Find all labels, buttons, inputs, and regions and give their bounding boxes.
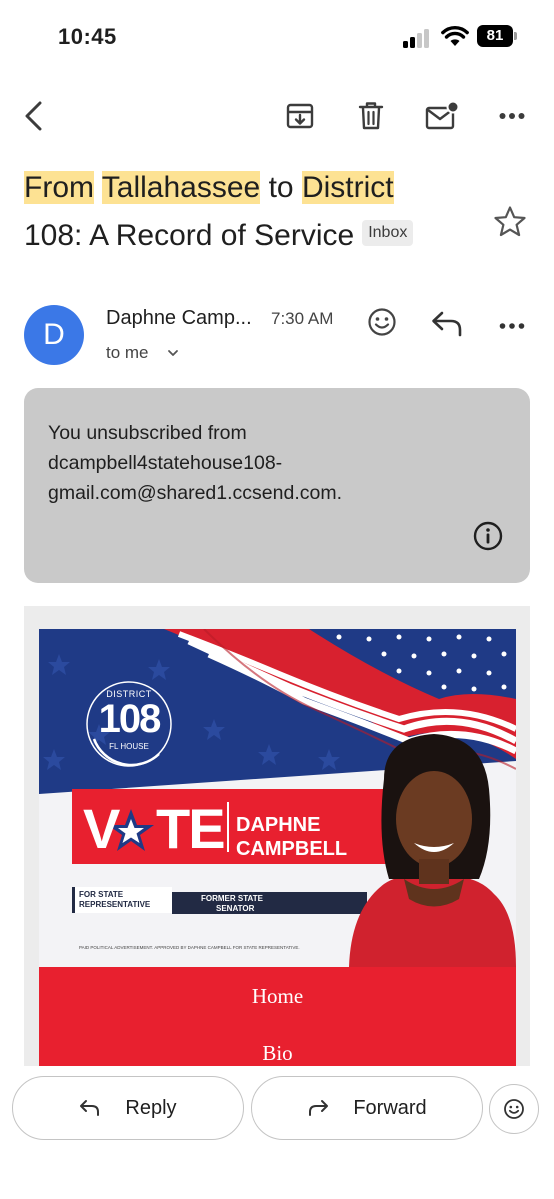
forward-label: Forward	[353, 1096, 427, 1119]
archive-button[interactable]	[280, 96, 320, 136]
inbox-label-chip[interactable]: Inbox	[362, 220, 414, 247]
email-subject: From Tallahassee to District 108: A Reco…	[24, 164, 424, 260]
candidate-first-name: DAPHNE	[236, 814, 321, 836]
disclaimer-text: PAID POLITICAL ADVERTISEMENT. APPROVED B…	[79, 945, 300, 950]
delete-button[interactable]	[351, 96, 391, 136]
office-left-line2: REPRESENTATIVE	[79, 900, 151, 909]
forward-icon	[309, 1100, 329, 1116]
emoji-icon	[504, 1099, 524, 1119]
more-horizontal-icon	[499, 113, 525, 119]
sender-row: D Daphne Camp... 7:30 AM to me	[0, 302, 554, 372]
subject-highlight: From	[24, 171, 94, 204]
more-options-button[interactable]	[492, 96, 532, 136]
subject-text: to	[260, 171, 302, 204]
office-right-line2: SENATOR	[216, 904, 255, 913]
unsubscribe-notice: You unsubscribed from dcampbell4statehou…	[24, 388, 530, 583]
banner-text-layer: DISTRICT 108 FL HOUSE V TE DAPHNE CAMPBE…	[39, 629, 516, 967]
battery-level: 81	[477, 25, 513, 47]
status-time: 10:45	[58, 24, 117, 49]
nav-link-home[interactable]: Home	[39, 984, 516, 1009]
trash-icon	[358, 102, 384, 130]
bottom-action-bar: Reply Forward	[0, 1066, 554, 1199]
status-bar: 10:45 81	[0, 0, 554, 76]
add-reaction-button[interactable]	[489, 1084, 539, 1134]
reply-label: Reply	[125, 1096, 177, 1119]
mail-unread-icon	[425, 101, 459, 130]
chevron-down-icon[interactable]	[166, 346, 180, 360]
more-horizontal-icon[interactable]	[495, 306, 529, 338]
office-right-line1: FORMER STATE	[201, 894, 263, 903]
reply-icon[interactable]	[430, 308, 464, 338]
back-button[interactable]	[14, 96, 54, 136]
nav-link-bio[interactable]: Bio	[39, 1041, 516, 1066]
vote-letter-v: V	[83, 797, 121, 860]
star-icon[interactable]	[492, 204, 528, 240]
subject-text	[94, 171, 102, 204]
email-body: DISTRICT 108 FL HOUSE V TE DAPHNE CAMPBE…	[24, 606, 530, 1067]
unsubscribe-text: You unsubscribed from dcampbell4statehou…	[48, 422, 342, 504]
reply-icon	[80, 1100, 100, 1116]
archive-icon	[286, 103, 314, 129]
forward-button[interactable]: Forward	[251, 1076, 483, 1140]
add-reaction-icon[interactable]	[366, 306, 398, 338]
subject-highlight: Tallahassee	[101, 171, 261, 204]
message-toolbar	[0, 90, 554, 142]
candidate-last-name: CAMPBELL	[236, 838, 348, 860]
wifi-icon	[441, 25, 469, 46]
recipient-text[interactable]: to me	[106, 343, 149, 363]
subject-text: 108: A Record of Service	[24, 219, 355, 252]
avatar[interactable]: D	[24, 305, 84, 365]
reply-button[interactable]: Reply	[12, 1076, 244, 1140]
message-time: 7:30 AM	[271, 309, 334, 328]
vote-letters-te: TE	[156, 797, 226, 860]
office-left-line1: FOR STATE	[79, 890, 124, 899]
fl-house-label: FL HOUSE	[109, 742, 149, 751]
cellular-signal-icon	[403, 28, 433, 48]
mark-unread-button[interactable]	[422, 96, 462, 136]
district-number: 108	[98, 697, 162, 741]
email-nav: Home Bio	[39, 967, 516, 1067]
subject-highlight: District	[301, 171, 394, 204]
chevron-left-icon	[25, 101, 42, 131]
info-icon[interactable]	[472, 520, 504, 552]
battery-icon: 81	[477, 25, 519, 47]
campaign-banner-image: DISTRICT 108 FL HOUSE V TE DAPHNE CAMPBE…	[39, 629, 516, 967]
sender-name[interactable]: Daphne Camp...	[106, 307, 252, 330]
